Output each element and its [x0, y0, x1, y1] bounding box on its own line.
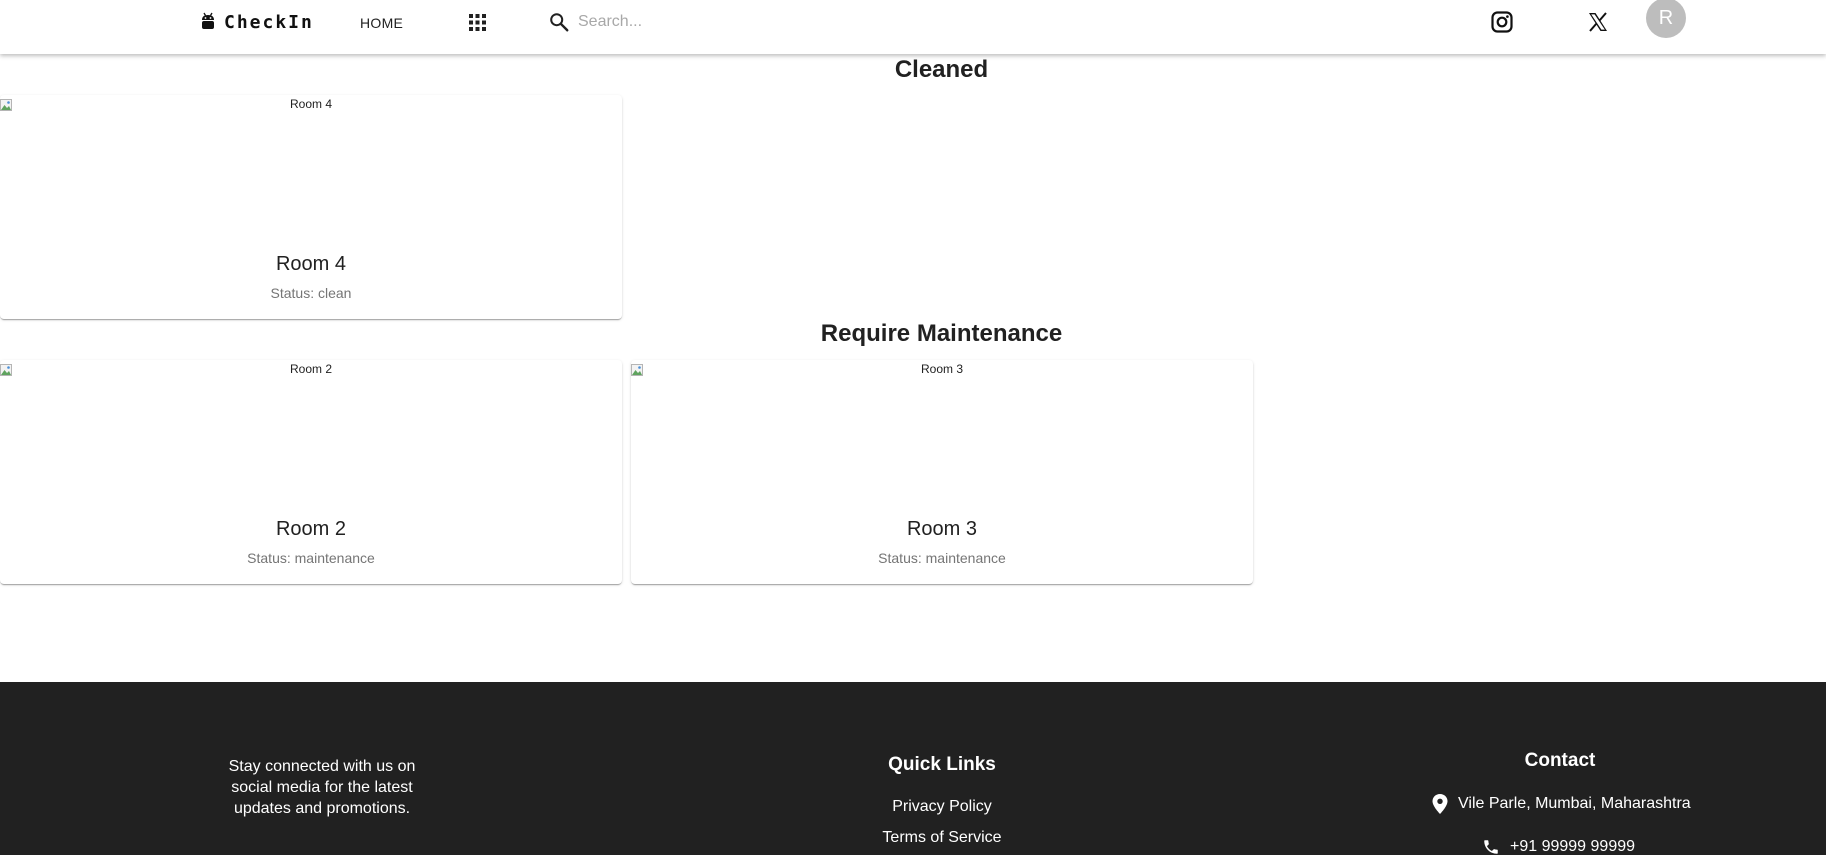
footer-quick-links-heading: Quick Links [888, 754, 996, 775]
room-name: Room 3 [906, 518, 978, 540]
room-name: Room 4 [275, 253, 347, 275]
footer-address: Vile Parle, Mumbai, Maharashtra [1432, 794, 1691, 814]
brand[interactable]: CheckIn [200, 10, 314, 34]
x-twitter-icon[interactable] [1586, 10, 1610, 34]
footer-contact-heading: Contact [1524, 750, 1596, 771]
room-status: Status: clean [270, 285, 352, 301]
section-title-maintenance: Require Maintenance [820, 320, 1063, 347]
location-pin-icon [1432, 794, 1448, 814]
footer-about-text: Stay connected with us on social media f… [228, 758, 416, 817]
room-image: Room 2 [0, 360, 622, 510]
room-status: Status: maintenance [247, 550, 375, 566]
room-image: Room 4 [0, 95, 622, 245]
phone-icon [1484, 840, 1498, 854]
android-icon [202, 12, 214, 29]
footer-phone-text: +91 99999 99999 [1510, 838, 1636, 855]
section-title-cleaned: Cleaned [894, 56, 989, 83]
footer-address-text: Vile Parle, Mumbai, Maharashtra [1458, 795, 1691, 812]
footer-link-privacy-policy[interactable]: Privacy Policy [842, 798, 1042, 816]
room-image-alt: Room 3 [920, 362, 964, 376]
instagram-icon[interactable] [1490, 10, 1514, 34]
room-name: Room 2 [275, 518, 347, 540]
room-image-alt: Room 2 [289, 362, 333, 376]
footer: Stay connected with us on social media f… [0, 682, 1826, 855]
room-image-alt: Room 4 [289, 97, 333, 111]
room-image: Room 3 [631, 360, 1253, 510]
search-icon [550, 13, 569, 32]
room-card[interactable]: Room 4 Room 4 Status: clean [0, 95, 622, 319]
apps-grid-icon[interactable] [469, 14, 486, 31]
app-bar: CheckIn HOME R [0, 0, 1826, 54]
brand-name: CheckIn [224, 11, 314, 33]
search-input[interactable] [578, 13, 818, 31]
user-avatar[interactable]: R [1646, 0, 1686, 38]
room-status: Status: maintenance [878, 550, 1006, 566]
footer-phone: +91 99999 99999 [1482, 838, 1635, 856]
nav-home-link[interactable]: HOME [352, 13, 411, 33]
footer-link-terms-of-service[interactable]: Terms of Service [842, 829, 1042, 847]
room-card[interactable]: Room 3 Room 3 Status: maintenance [631, 360, 1253, 584]
search-bar [548, 8, 848, 36]
room-card[interactable]: Room 2 Room 2 Status: maintenance [0, 360, 622, 584]
